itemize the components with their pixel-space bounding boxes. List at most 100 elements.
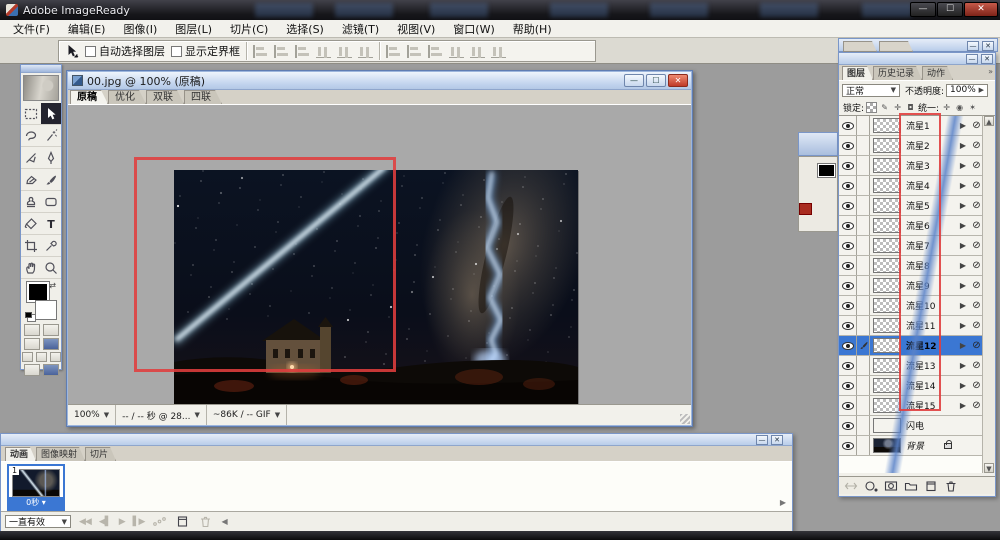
- layer-effects-button[interactable]: [864, 480, 878, 492]
- window-close-button[interactable]: ✕: [964, 2, 998, 17]
- palette-close-button[interactable]: ✕: [982, 41, 994, 51]
- layer-thumbnail[interactable]: [872, 418, 901, 433]
- pen-tool[interactable]: [41, 147, 61, 169]
- preview-document-button[interactable]: [23, 324, 40, 336]
- tab-optimized[interactable]: 优化: [108, 90, 146, 104]
- document-titlebar[interactable]: 00.jpg @ 100% (原稿) — ☐ ✕: [68, 72, 691, 90]
- palette-minimize-button[interactable]: —: [966, 54, 978, 64]
- tab-slice[interactable]: 切片: [85, 447, 116, 461]
- new-layer-button[interactable]: [924, 480, 938, 492]
- new-layer-set-button[interactable]: [904, 480, 918, 492]
- lock-all-icon[interactable]: ◘: [905, 102, 916, 113]
- menu-filter[interactable]: 滤镜(T): [333, 21, 388, 37]
- scroll-left-arrow[interactable]: ◀: [221, 517, 227, 526]
- timing-info-dropdown[interactable]: -- / -- 秒 @ 28... ▼: [116, 405, 207, 425]
- scroll-up-arrow[interactable]: ▲: [984, 116, 994, 126]
- fullscreen-with-menu-button[interactable]: [35, 352, 47, 362]
- delete-layer-button[interactable]: [944, 480, 958, 492]
- tab-layers[interactable]: 图层: [842, 66, 873, 80]
- lock-position-icon[interactable]: ✛: [892, 102, 903, 113]
- background-palette-tab[interactable]: [843, 41, 877, 52]
- layers-palette-titlebar[interactable]: — ✕: [839, 53, 995, 65]
- foreground-color-swatch[interactable]: [26, 281, 50, 303]
- fullscreen-mode-button[interactable]: [49, 352, 61, 362]
- palette-minimize-button[interactable]: —: [967, 41, 979, 51]
- document-close-button[interactable]: ✕: [668, 74, 688, 87]
- opacity-value-control[interactable]: 100% ▶: [946, 83, 989, 97]
- lock-transparency-icon[interactable]: [866, 101, 878, 113]
- layer-thumbnail-cell[interactable]: [870, 418, 903, 433]
- eyedropper-tool[interactable]: [41, 235, 61, 257]
- jump-to-photoshop-button[interactable]: [23, 364, 40, 376]
- unify-style-icon[interactable]: ✶: [967, 102, 978, 113]
- menu-image[interactable]: 图像(I): [114, 21, 166, 37]
- delete-frame-button[interactable]: [198, 515, 213, 528]
- lasso-tool[interactable]: [21, 125, 41, 147]
- tab-actions[interactable]: 动作: [922, 66, 953, 80]
- scroll-right-arrow[interactable]: ▶: [780, 498, 786, 507]
- palette-close-button[interactable]: ✕: [981, 54, 993, 64]
- file-size-dropdown[interactable]: ~86K / -- GIF ▼: [207, 405, 288, 425]
- menu-window[interactable]: 窗口(W): [444, 21, 503, 37]
- eraser-tool[interactable]: [21, 169, 41, 191]
- magic-wand-tool[interactable]: [41, 125, 61, 147]
- menu-edit[interactable]: 编辑(E): [59, 21, 115, 37]
- frame-delay-dropdown[interactable]: 0秒 ▾: [9, 497, 63, 509]
- resize-grip[interactable]: [680, 414, 690, 424]
- menu-view[interactable]: 视图(V): [388, 21, 444, 37]
- palette-menu-chevrons[interactable]: »: [988, 67, 993, 76]
- zoom-level-dropdown[interactable]: 100% ▼: [68, 405, 117, 425]
- document-canvas[interactable]: [68, 105, 691, 404]
- show-bounding-box-checkbox[interactable]: 显示定界框: [171, 43, 240, 59]
- brush-tool[interactable]: [41, 169, 61, 191]
- previous-frame-button[interactable]: ◀▌: [99, 517, 112, 527]
- play-button[interactable]: ▶: [119, 517, 126, 527]
- layers-scrollbar[interactable]: ▲ ▼: [982, 115, 995, 473]
- match-frames-icon[interactable]: [844, 480, 858, 492]
- window-minimize-button[interactable]: —: [910, 2, 936, 17]
- first-frame-button[interactable]: ◀◀: [79, 517, 92, 527]
- tab-animation[interactable]: 动画: [5, 447, 36, 461]
- shape-tool[interactable]: [41, 191, 61, 213]
- add-layer-mask-button[interactable]: [884, 480, 898, 492]
- menu-help[interactable]: 帮助(H): [504, 21, 561, 37]
- palette-minimize-button[interactable]: —: [756, 435, 768, 445]
- tween-button[interactable]: [152, 515, 167, 528]
- checkbox-box[interactable]: [171, 45, 182, 57]
- document-minimize-button[interactable]: —: [624, 74, 644, 87]
- zoom-tool[interactable]: [41, 257, 61, 279]
- preview-in-browser-button[interactable]: [42, 338, 59, 350]
- background-color-swatch[interactable]: [35, 300, 57, 320]
- tab-history[interactable]: 历史记录: [873, 66, 922, 80]
- window-maximize-button[interactable]: ☐: [937, 2, 963, 17]
- document-restore-button[interactable]: ☐: [646, 74, 666, 87]
- crop-tool[interactable]: [21, 235, 41, 257]
- toggle-image-maps-button[interactable]: [42, 324, 59, 336]
- move-tool[interactable]: [41, 103, 61, 125]
- toggle-slices-visibility-button[interactable]: [23, 338, 40, 350]
- blend-mode-dropdown[interactable]: 正常 ▼: [842, 83, 900, 97]
- eye-icon[interactable]: [841, 441, 854, 450]
- menu-select[interactable]: 选择(S): [277, 21, 333, 37]
- type-tool[interactable]: T: [41, 213, 61, 235]
- clone-stamp-tool[interactable]: [21, 191, 41, 213]
- scroll-down-arrow[interactable]: ▼: [984, 463, 994, 473]
- menu-file[interactable]: 文件(F): [4, 21, 59, 37]
- menu-slice[interactable]: 切片(C): [221, 21, 277, 37]
- frame-thumbnail[interactable]: [12, 469, 60, 497]
- layer-row[interactable]: 闪电 ▶ ⊘: [839, 416, 984, 436]
- auto-select-layer-checkbox[interactable]: 自动选择图层: [85, 43, 165, 59]
- palette-close-button[interactable]: ✕: [771, 435, 783, 445]
- marquee-tool[interactable]: [21, 103, 41, 125]
- standard-screen-mode-button[interactable]: [21, 352, 33, 362]
- unify-position-icon[interactable]: ✛: [941, 102, 952, 113]
- unify-visibility-icon[interactable]: ◉: [954, 102, 965, 113]
- hand-tool[interactable]: [21, 257, 41, 279]
- loop-mode-dropdown[interactable]: 一直有效 ▼: [5, 515, 71, 528]
- tab-original[interactable]: 原稿: [70, 90, 108, 104]
- lock-pixels-icon[interactable]: ✎: [879, 102, 890, 113]
- jump-to-other-app-button[interactable]: [42, 364, 59, 376]
- slice-tool[interactable]: [21, 147, 41, 169]
- animation-frame-1[interactable]: 1 0秒 ▾: [7, 464, 65, 511]
- checkbox-box[interactable]: [85, 45, 96, 57]
